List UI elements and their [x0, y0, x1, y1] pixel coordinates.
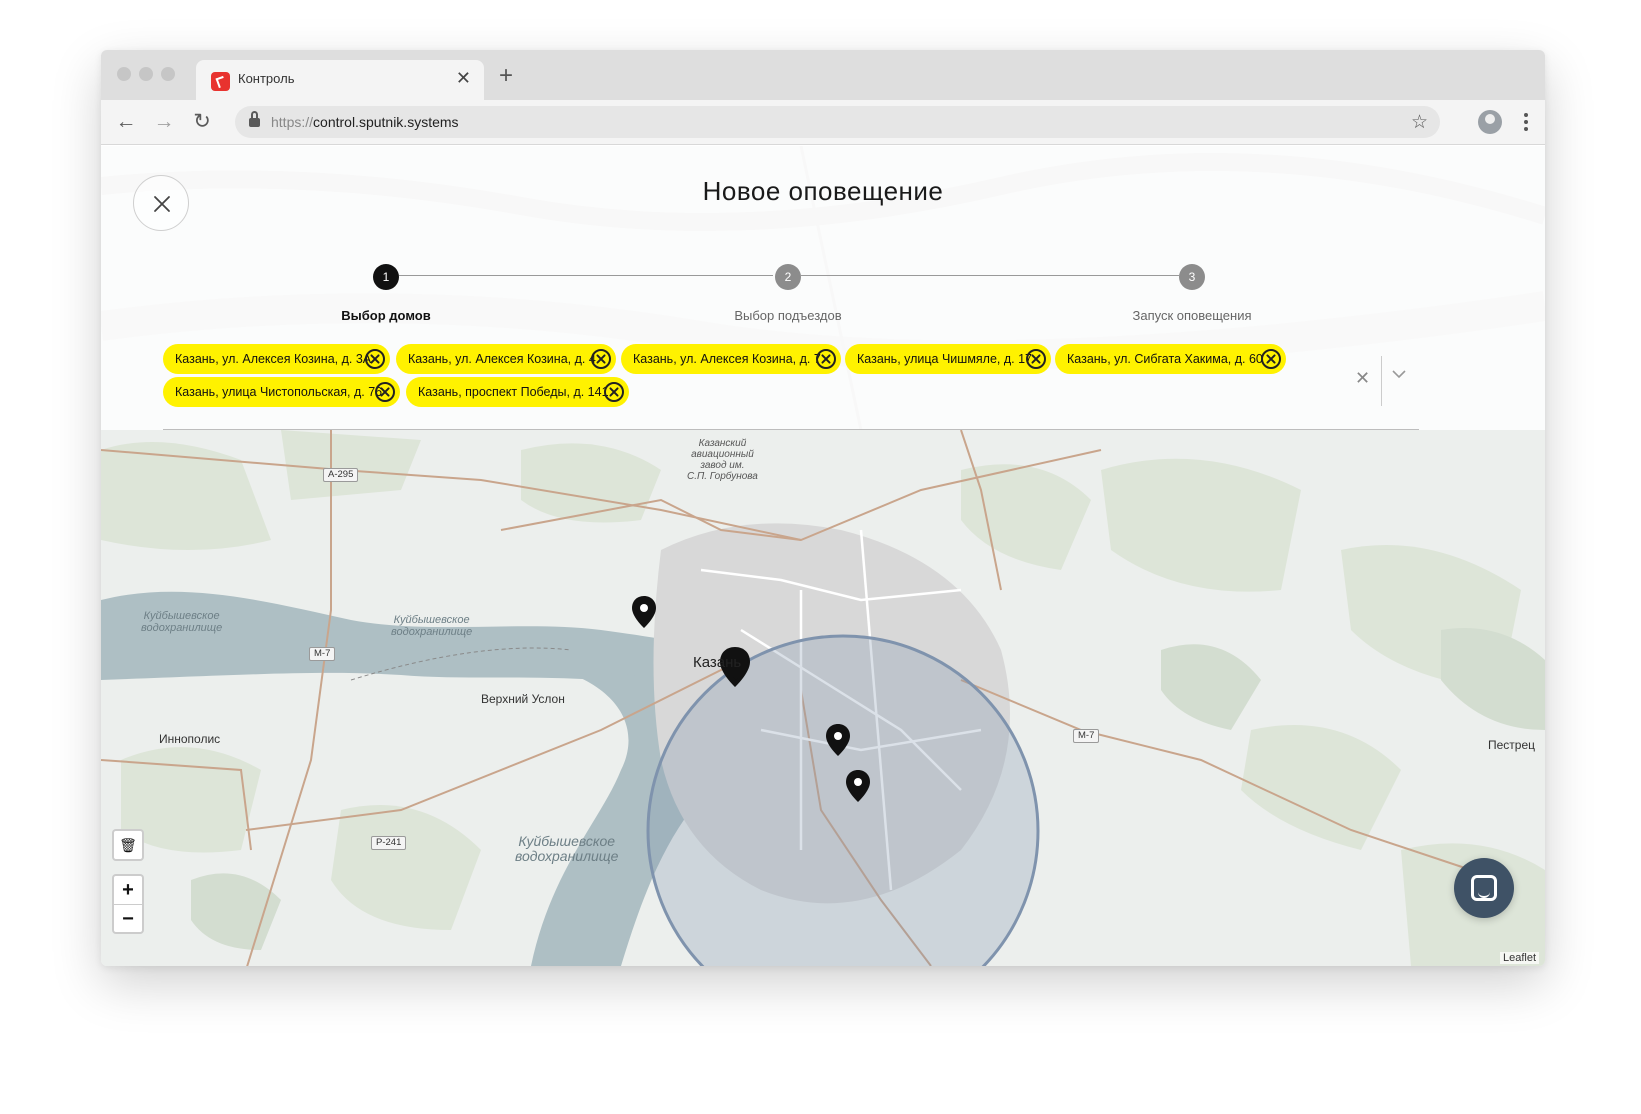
map-label-pestrecy: Пестрец [1488, 738, 1536, 752]
house-chip-label: Казань, ул. Алексея Козина, д. 3А [175, 352, 372, 366]
remove-chip-icon[interactable] [604, 382, 624, 402]
select-separator [1381, 356, 1382, 406]
back-arrow-icon[interactable]: ← [113, 109, 139, 135]
clear-all-icon[interactable]: ✕ [1355, 368, 1370, 389]
browser-window: Контроль ✕ + ← → ↻ https://control.sputn… [101, 50, 1545, 966]
chat-icon [1471, 875, 1497, 901]
zoom-controls: + − [112, 874, 144, 934]
house-chip: Казань, ул. Сибгата Хакима, д. 60 [1055, 344, 1286, 374]
page-title: Новое оповещение [702, 176, 944, 206]
zoom-in-button[interactable]: + [114, 876, 142, 904]
delete-shape-button[interactable]: 🗑 [114, 831, 142, 859]
chevron-down-icon[interactable] [1391, 369, 1407, 379]
remove-chip-icon[interactable] [375, 382, 395, 402]
selected-houses: Казань, ул. Алексея Козина, д. 3А Казань… [163, 344, 1349, 408]
house-chip: Казань, улица Чишмяле, д. 17 [845, 344, 1051, 374]
sputnik-favicon-icon [211, 72, 230, 91]
house-chip-label: Казань, улица Чистопольская, д. 76 [175, 385, 383, 399]
house-chip-label: Казань, ул. Алексея Козина, д. 4 [408, 352, 596, 366]
step-1-label: Выбор домов [341, 308, 431, 323]
road-shield-r241: Р-241 [371, 836, 407, 850]
new-tab-button[interactable]: + [499, 62, 513, 90]
road-shield-a295: А-295 [323, 468, 359, 482]
remove-chip-icon[interactable] [816, 349, 836, 369]
map[interactable]: Казань Верхний Услон Иннополис Пестрец К… [101, 430, 1545, 966]
road-shield-m7: М-7 [309, 647, 336, 661]
browser-toolbar: ← → ↻ https://control.sputnik.systems ☆ [101, 100, 1545, 145]
support-chat-button[interactable] [1454, 858, 1514, 918]
house-chip-label: Казань, ул. Алексея Козина, д. 7 [633, 352, 821, 366]
map-tiles [101, 430, 1545, 966]
map-label-reservoir: Куйбышевское водохранилище [391, 614, 473, 638]
house-chip-label: Казань, проспект Победы, д. 141 [418, 385, 609, 399]
bookmark-star-icon[interactable]: ☆ [1411, 111, 1428, 134]
map-label-kazan: Казань [693, 654, 742, 671]
remove-chip-icon[interactable] [1261, 349, 1281, 369]
map-label-innopolis: Иннополис [159, 732, 221, 746]
step-3-indicator[interactable]: 3 [1179, 264, 1205, 290]
forward-arrow-icon[interactable]: → [151, 109, 177, 135]
house-chip-label: Казань, ул. Сибгата Хакима, д. 60 [1067, 352, 1263, 366]
step-3-label: Запуск оповещения [1132, 308, 1252, 323]
tab-close-icon[interactable]: ✕ [456, 68, 471, 89]
stepper-connector [801, 275, 1179, 276]
road-shield-m7: М-7 [1073, 729, 1100, 743]
tab-bar: Контроль ✕ + [101, 50, 1545, 100]
zoom-out-button[interactable]: − [114, 904, 142, 932]
house-chip: Казань, проспект Победы, д. 141 [406, 377, 629, 407]
house-chip: Казань, ул. Алексея Козина, д. 4 [396, 344, 616, 374]
profile-avatar[interactable] [1478, 110, 1502, 134]
map-marker-icon [632, 596, 656, 628]
map-label-reservoir: Куйбышевское водохранилище [141, 610, 223, 634]
window-zoom-dot[interactable] [161, 67, 175, 81]
remove-chip-icon[interactable] [365, 349, 385, 369]
tab-title: Контроль [238, 71, 295, 86]
browser-tab[interactable]: Контроль ✕ [196, 60, 484, 100]
map-label-reservoir: Куйбышевское водохранилище [515, 833, 619, 864]
house-chip: Казань, ул. Алексея Козина, д. 3А [163, 344, 390, 374]
lock-icon [249, 111, 260, 128]
house-chip: Казань, улица Чистопольская, д. 76 [163, 377, 400, 407]
house-chip: Казань, ул. Алексея Козина, д. 7 [621, 344, 841, 374]
stepper-connector [399, 275, 773, 276]
remove-chip-icon[interactable] [1026, 349, 1046, 369]
house-chip-label: Казань, улица Чишмяле, д. 17 [857, 352, 1033, 366]
map-label-aviation-plant: Казанский авиационный завод им. С.П. Гор… [687, 438, 758, 482]
step-2-indicator[interactable]: 2 [775, 264, 801, 290]
address-bar[interactable]: https://control.sputnik.systems ☆ [235, 106, 1440, 138]
reload-icon[interactable]: ↻ [189, 109, 215, 135]
browser-menu-icon[interactable] [1516, 110, 1536, 134]
url-text: https://control.sputnik.systems [271, 114, 459, 130]
step-1-indicator[interactable]: 1 [373, 264, 399, 290]
draw-controls: 🗑 [112, 829, 144, 861]
page-content: Новое оповещение 1 2 3 Выбор домов Выбор… [101, 146, 1545, 966]
window-minimize-dot[interactable] [139, 67, 153, 81]
window-close-dot[interactable] [117, 67, 131, 81]
map-attribution[interactable]: Leaflet [1499, 952, 1539, 964]
step-2-label: Выбор подъездов [734, 308, 842, 323]
map-label-verkhniy-uslon: Верхний Услон [481, 692, 565, 706]
remove-chip-icon[interactable] [591, 349, 611, 369]
